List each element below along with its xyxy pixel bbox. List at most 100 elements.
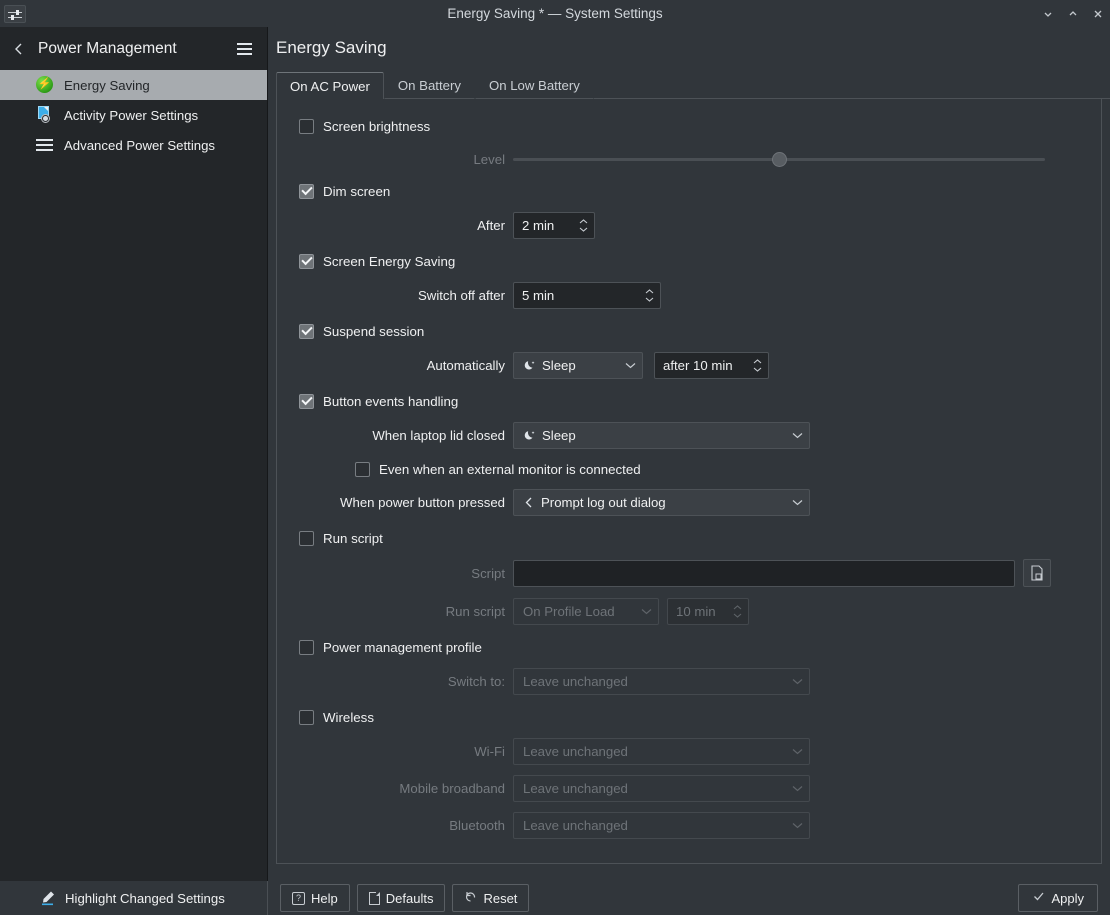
mobile-broadband-combobox[interactable]: Leave unchanged <box>513 775 810 802</box>
hamburger-menu-icon[interactable] <box>231 36 257 62</box>
back-icon[interactable] <box>8 38 30 60</box>
screen-energy-saving-row[interactable]: Screen Energy Saving <box>277 250 1101 272</box>
chevron-down-icon <box>641 608 652 615</box>
run-script-idle-value: 10 min <box>676 604 716 619</box>
help-button[interactable]: ? Help <box>280 884 350 912</box>
run-script-checkbox[interactable] <box>299 530 314 546</box>
run-script-trigger-row: Run script On Profile Load 10 min <box>277 598 1101 625</box>
tab-label: On AC Power <box>290 78 370 94</box>
tab-filler <box>593 72 1110 99</box>
screen-brightness-row[interactable]: Screen brightness <box>277 115 1101 137</box>
wireless-checkbox[interactable] <box>299 709 314 725</box>
switch-off-after-value: 5 min <box>522 288 555 303</box>
bluetooth-row: Bluetooth Leave unchanged <box>277 812 1101 839</box>
dim-screen-label: Dim screen <box>323 183 391 199</box>
moon-icon <box>523 359 536 372</box>
dim-after-label: After <box>477 218 505 233</box>
chevron-down-icon <box>792 499 803 506</box>
highlight-changed-settings-button[interactable]: Highlight Changed Settings <box>0 881 268 915</box>
chevron-down-icon <box>792 822 803 829</box>
brightness-slider[interactable] <box>513 150 1045 168</box>
run-script-trigger-label: Run script <box>445 604 505 619</box>
reset-button[interactable]: Reset <box>452 884 530 912</box>
tab-on-battery[interactable]: On Battery <box>383 72 475 99</box>
tab-on-ac-power[interactable]: On AC Power <box>276 72 384 99</box>
reset-arrow-icon <box>464 890 477 906</box>
bluetooth-combobox[interactable]: Leave unchanged <box>513 812 810 839</box>
switch-to-combobox[interactable]: Leave unchanged <box>513 668 810 695</box>
button-events-label: Button events handling <box>323 393 459 409</box>
minimize-icon[interactable] <box>1035 0 1060 27</box>
spin-arrows[interactable] <box>572 213 594 238</box>
power-profile-row[interactable]: Power management profile <box>277 636 1101 658</box>
chevron-down-icon <box>792 748 803 755</box>
switch-off-after-spinbox[interactable]: 5 min <box>513 282 661 309</box>
sidebar-item-advanced-power-settings[interactable]: Advanced Power Settings <box>0 130 267 160</box>
sidebar-item-activity-power-settings[interactable]: Activity Power Settings <box>0 100 267 130</box>
tab-label: On Battery <box>397 78 461 93</box>
suspend-session-row[interactable]: Suspend session <box>277 320 1101 342</box>
window-title: Energy Saving * — System Settings <box>447 6 663 21</box>
dim-screen-row[interactable]: Dim screen <box>277 180 1101 202</box>
help-icon: ? <box>292 891 305 905</box>
help-label: Help <box>311 890 338 906</box>
highlighter-pen-icon <box>40 890 56 906</box>
button-events-checkbox[interactable] <box>299 393 314 409</box>
lid-closed-row: When laptop lid closed Sleep <box>277 422 1101 449</box>
suspend-session-checkbox[interactable] <box>299 323 314 339</box>
run-script-idle-spinbox[interactable]: 10 min <box>667 598 749 625</box>
slider-handle[interactable] <box>772 151 787 167</box>
power-button-combobox[interactable]: Prompt log out dialog <box>513 489 810 516</box>
wifi-combobox[interactable]: Leave unchanged <box>513 738 810 765</box>
spin-arrows[interactable] <box>638 283 660 308</box>
wifi-label: Wi-Fi <box>474 744 505 759</box>
suspend-delay-spinbox[interactable]: after 10 min <box>654 352 769 379</box>
highlight-changed-settings-label: Highlight Changed Settings <box>65 890 225 906</box>
bottom-bar: Highlight Changed Settings ? Help Defaul… <box>0 881 1110 915</box>
run-script-trigger-combobox[interactable]: On Profile Load <box>513 598 659 625</box>
apply-button[interactable]: Apply <box>1018 884 1098 912</box>
switch-to-label: Switch to: <box>447 674 505 689</box>
lid-closed-combobox[interactable]: Sleep <box>513 422 810 449</box>
wireless-label: Wireless <box>323 709 374 725</box>
screen-energy-saving-checkbox[interactable] <box>299 253 314 269</box>
main-content: Energy Saving On AC Power On Battery On … <box>268 27 1110 881</box>
action-buttons: ? Help Defaults Reset <box>268 884 530 912</box>
defaults-button[interactable]: Defaults <box>356 884 446 912</box>
settings-panel: Screen brightness Level Dim screen After… <box>276 99 1102 864</box>
screen-brightness-checkbox[interactable] <box>299 118 314 134</box>
sidebar-item-energy-saving[interactable]: ⚡ Energy Saving <box>0 70 267 100</box>
sidebar-header: Power Management <box>0 27 267 70</box>
dim-after-spinbox[interactable]: 2 min <box>513 212 595 239</box>
script-path-row: Script <box>277 559 1101 587</box>
run-script-row[interactable]: Run script <box>277 527 1101 549</box>
power-button-value: Prompt log out dialog <box>541 495 666 510</box>
power-profile-label: Power management profile <box>323 639 482 655</box>
power-button-row: When power button pressed Prompt log out… <box>277 489 1101 516</box>
activity-document-icon <box>36 106 54 124</box>
chevron-down-icon <box>792 785 803 792</box>
wireless-row[interactable]: Wireless <box>277 706 1101 728</box>
maximize-icon[interactable] <box>1060 0 1085 27</box>
script-input[interactable] <box>513 559 1015 587</box>
sidebar-item-label: Advanced Power Settings <box>64 137 216 153</box>
spin-arrows[interactable] <box>726 599 748 624</box>
window-controls <box>1035 0 1110 27</box>
external-monitor-row[interactable]: Even when an external monitor is connect… <box>277 458 1101 480</box>
tab-label: On Low Battery <box>488 78 580 93</box>
lid-closed-value: Sleep <box>542 428 576 443</box>
bluetooth-value: Leave unchanged <box>523 818 628 833</box>
dim-screen-checkbox[interactable] <box>299 183 314 199</box>
file-browse-icon[interactable] <box>1023 559 1051 587</box>
power-profile-checkbox[interactable] <box>299 639 314 655</box>
automatically-combobox[interactable]: Sleep <box>513 352 643 379</box>
spin-arrows[interactable] <box>746 353 768 378</box>
switch-to-value: Leave unchanged <box>523 674 628 689</box>
external-monitor-checkbox[interactable] <box>355 461 370 477</box>
title-bar: Energy Saving * — System Settings <box>0 0 1110 27</box>
tab-on-low-battery[interactable]: On Low Battery <box>474 72 594 99</box>
close-icon[interactable] <box>1085 0 1110 27</box>
wifi-value: Leave unchanged <box>523 744 628 759</box>
logout-icon <box>523 496 535 509</box>
button-events-row[interactable]: Button events handling <box>277 390 1101 412</box>
